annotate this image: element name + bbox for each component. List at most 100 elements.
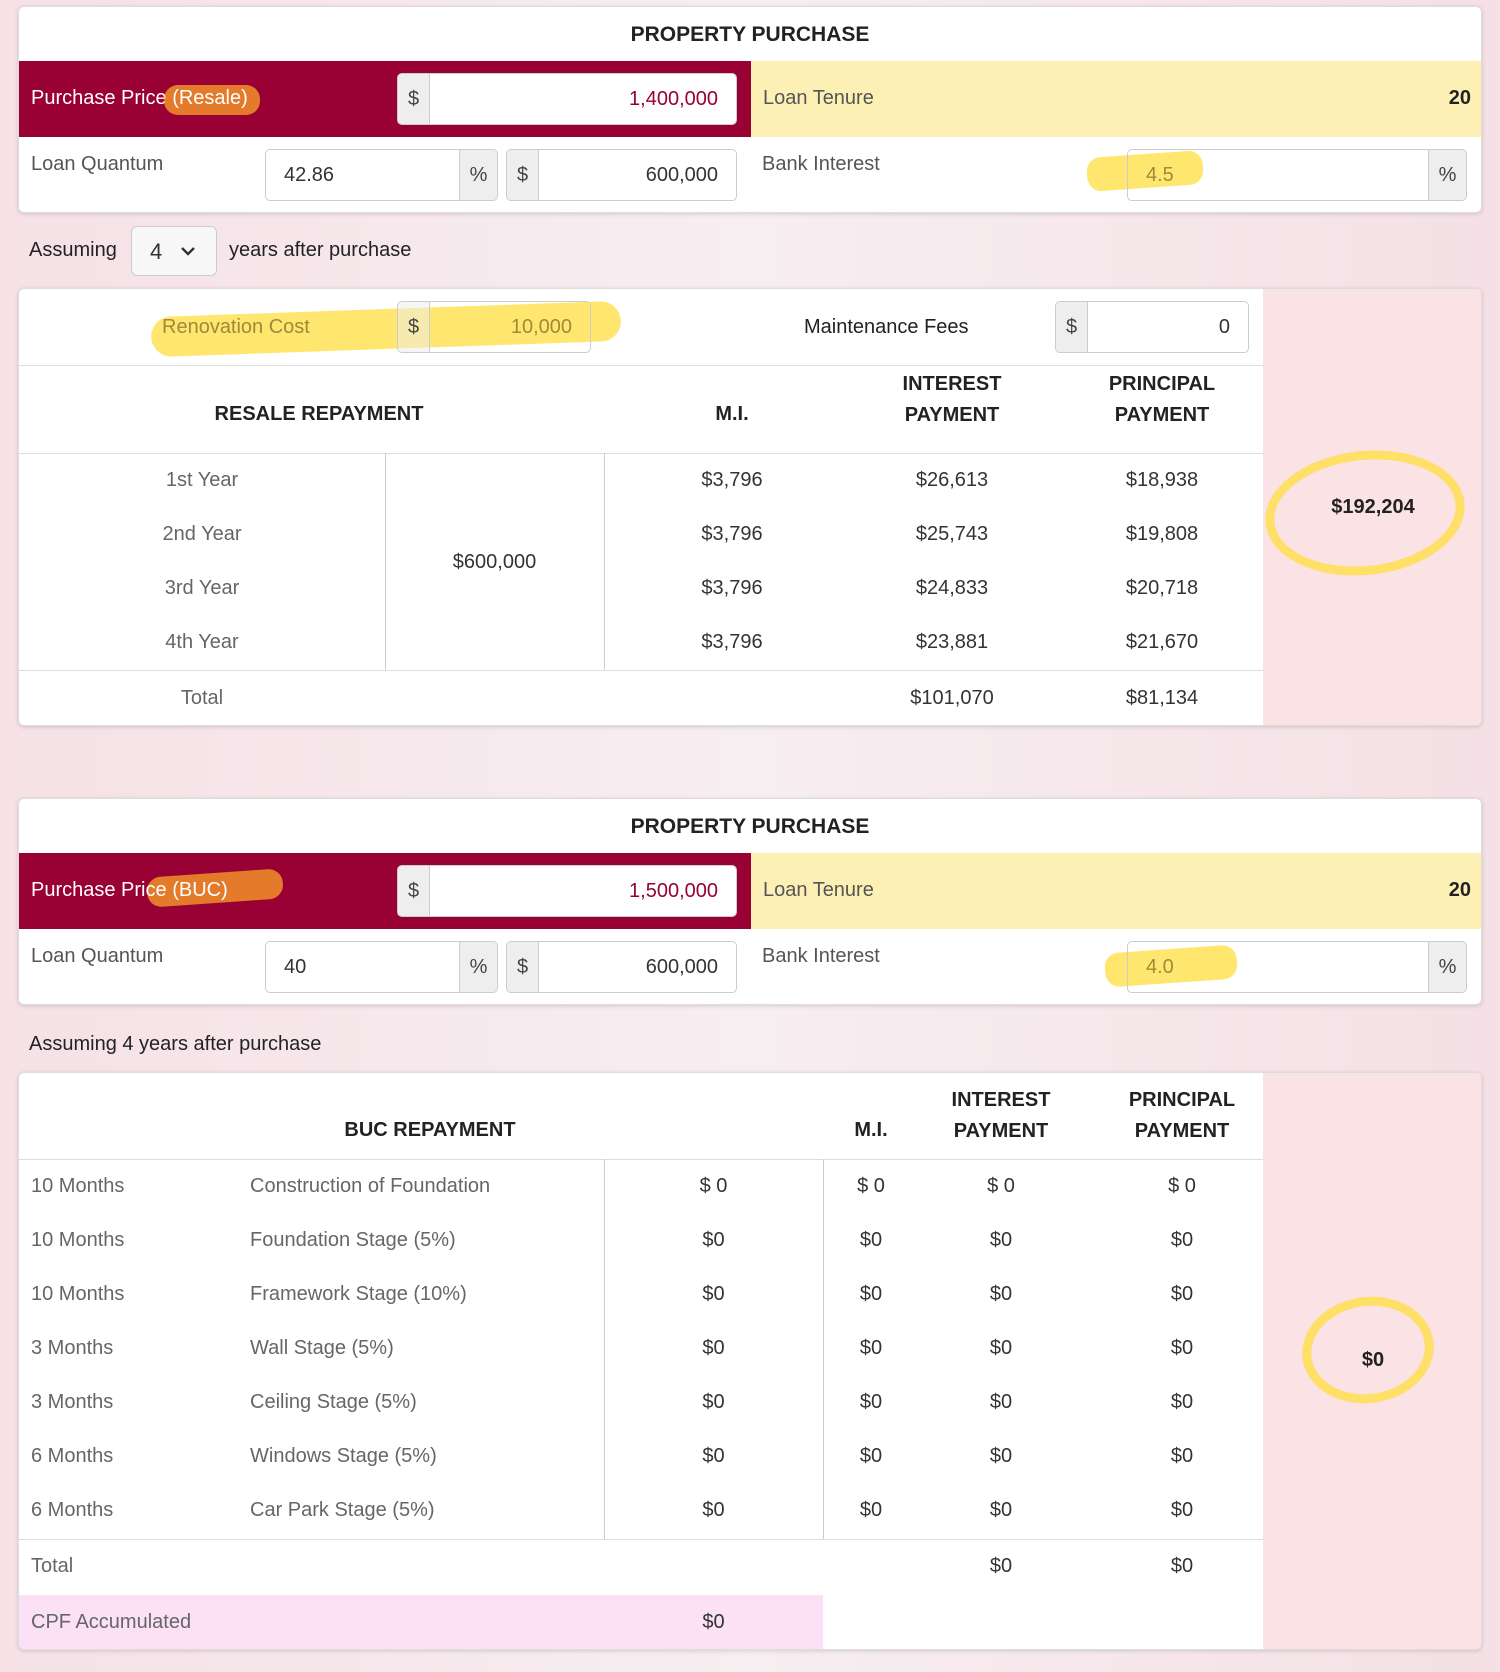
renovation-cost-input[interactable]: $ 10,000 (397, 301, 591, 353)
table-cell-interest: $0 (989, 1391, 1013, 1413)
table-cell-interest: $0 (989, 1499, 1013, 1521)
total-label: Total (180, 687, 224, 709)
total-interest: $101,070 (910, 687, 994, 709)
interest-payment-header: INTEREST PAYMENT (951, 1089, 1051, 1142)
table-cell-principal: $0 (1170, 1445, 1194, 1467)
loan-tenure-label: Loan Tenure (763, 879, 874, 901)
table-cell-principal: $19,808 (1125, 523, 1199, 545)
table-row-stage: Wall Stage (5%) (250, 1337, 394, 1359)
bank-interest-value: 4.5 (1146, 163, 1174, 186)
years-after-purchase-label: years after purchase (229, 239, 412, 261)
table-cell-mi: $3,796 (701, 523, 763, 545)
table-row-duration: 10 Months (31, 1229, 125, 1251)
purchase-price-input[interactable]: $ 1,500,000 (397, 865, 737, 917)
dollar-addon: $ (398, 866, 430, 916)
loan-tenure-row: Loan Tenure 20 (751, 61, 1481, 137)
purchase-price-value: 1,400,000 (629, 87, 718, 110)
table-cell-mi: $0 (859, 1499, 883, 1521)
table-row-duration: 6 Months (31, 1445, 114, 1467)
bank-interest-input[interactable]: 4.0 % (1127, 941, 1467, 993)
table-cell-mi: $3,796 (701, 469, 763, 491)
table-cell-interest: $ 0 (987, 1175, 1015, 1197)
purchase-price-value: 1,500,000 (629, 879, 718, 902)
resale-repayment-header: RESALE REPAYMENT (214, 403, 424, 425)
percent-addon: % (459, 942, 497, 992)
loan-quantum-pct-input[interactable]: 40 % (265, 941, 498, 993)
table-row-duration: 3 Months (31, 1391, 114, 1413)
mi-header: M.I. (715, 403, 749, 425)
dollar-addon: $ (1056, 302, 1088, 352)
renovation-cost-label: Renovation Cost (162, 316, 310, 338)
table-cell-amount: $0 (702, 1337, 725, 1359)
bank-interest-value: 4.0 (1146, 955, 1174, 978)
table-cell-amount: $0 (702, 1229, 725, 1251)
table-cell-principal: $20,718 (1125, 577, 1199, 599)
cpf-accumulated-value: $0 (702, 1611, 725, 1633)
table-cell-mi: $0 (859, 1337, 883, 1359)
buc-side-total: $0 (1361, 1349, 1385, 1371)
resale-tag: (Resale) (172, 87, 248, 109)
table-cell-interest: $25,743 (915, 523, 989, 545)
bank-interest-label: Bank Interest (762, 153, 880, 175)
loan-amount-input[interactable]: $ 600,000 (506, 149, 737, 201)
dollar-addon: $ (398, 74, 430, 124)
table-row-duration: 10 Months (31, 1283, 125, 1305)
percent-addon: % (459, 150, 497, 200)
purchase-price-input[interactable]: $ 1,400,000 (397, 73, 737, 125)
table-cell-mi: $0 (859, 1445, 883, 1467)
table-row-year: 4th Year (165, 631, 239, 653)
bank-interest-input[interactable]: 4.5 % (1127, 149, 1467, 201)
loan-amount-value: 600,000 (645, 955, 718, 978)
dollar-addon: $ (507, 150, 539, 200)
table-cell-principal: $0 (1170, 1391, 1194, 1413)
maintenance-fees-input[interactable]: $ 0 (1055, 301, 1249, 353)
buc-tag: (BUC) (172, 879, 228, 901)
buc-repayment-card: $0 BUC REPAYMENT M.I. INTEREST PAYMENT P… (18, 1072, 1482, 1650)
years-selected-value: 4 (150, 239, 163, 264)
bank-interest-label: Bank Interest (762, 945, 880, 967)
mi-header: M.I. (854, 1119, 888, 1141)
table-row-year: 3rd Year (164, 577, 240, 599)
loan-amount-value: 600,000 (645, 163, 718, 186)
principal-payment-header: PRINCIPAL PAYMENT (1128, 1089, 1236, 1142)
table-cell-principal: $ 0 (1168, 1175, 1196, 1197)
loan-quantum-label: Loan Quantum (31, 153, 164, 175)
table-cell-mi: $ 0 (857, 1175, 885, 1197)
maintenance-fees-value: 0 (1218, 315, 1230, 338)
table-row-stage: Car Park Stage (5%) (250, 1499, 435, 1521)
interest-payment-header: INTEREST PAYMENT (902, 373, 1002, 426)
table-cell-interest: $0 (989, 1445, 1013, 1467)
table-cell-interest: $24,833 (915, 577, 989, 599)
table-cell-interest: $0 (989, 1337, 1013, 1359)
loan-tenure-label: Loan Tenure (763, 87, 874, 109)
table-cell-mi: $0 (859, 1391, 883, 1413)
buc-repayment-header: BUC REPAYMENT (344, 1119, 516, 1141)
loan-tenure-value: 20 (1448, 87, 1471, 109)
card-title: PROPERTY PURCHASE (630, 815, 870, 838)
loan-tenure-value: 20 (1448, 879, 1471, 901)
years-select[interactable]: 4 (131, 226, 217, 276)
loan-quantum-pct-input[interactable]: 42.86 % (265, 149, 498, 201)
table-cell-principal: $0 (1170, 1283, 1194, 1305)
chevron-down-icon (181, 247, 195, 256)
dollar-addon: $ (507, 942, 539, 992)
table-row-stage: Foundation Stage (5%) (250, 1229, 456, 1251)
table-row-duration: 3 Months (31, 1337, 114, 1359)
principal-payment-header: PRINCIPAL PAYMENT (1108, 373, 1216, 426)
total-principal: $0 (1170, 1555, 1194, 1577)
table-cell-amount: $0 (702, 1283, 725, 1305)
table-row-stage: Windows Stage (5%) (250, 1445, 437, 1467)
loan-amount-input[interactable]: $ 600,000 (506, 941, 737, 993)
loan-quantum-pct-value: 40 (284, 955, 307, 978)
table-cell-interest: $0 (989, 1229, 1013, 1251)
purchase-price-label: Purchase Price (Resale) (31, 85, 261, 115)
table-cell-principal: $0 (1170, 1229, 1194, 1251)
table-cell-principal: $0 (1170, 1337, 1194, 1359)
purchase-price-row: Purchase Price (BUC) $ 1,500,000 (19, 853, 751, 929)
total-label: Total (31, 1555, 74, 1577)
table-cell-mi: $0 (859, 1283, 883, 1305)
table-cell-amount: $0 (702, 1499, 725, 1521)
table-cell-amount: $0 (702, 1391, 725, 1413)
loan-tenure-row: Loan Tenure 20 (751, 853, 1481, 929)
table-cell-principal: $21,670 (1125, 631, 1199, 653)
